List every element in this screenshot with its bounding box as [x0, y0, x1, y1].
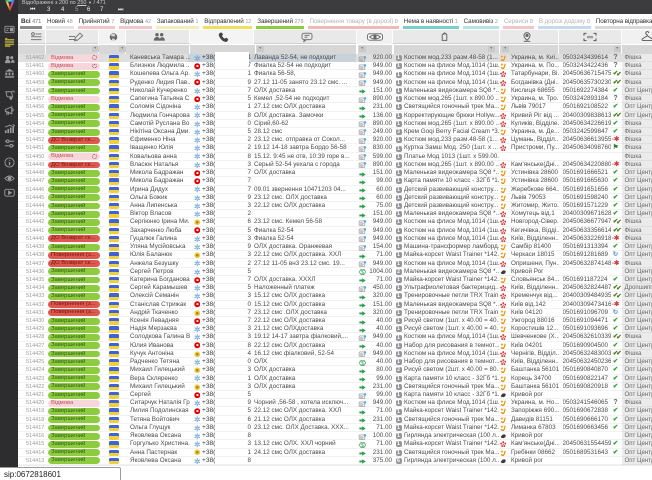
svg-text:$: $ [361, 443, 364, 448]
svg-text:$: $ [361, 270, 364, 275]
svg-text:$: $ [361, 360, 364, 365]
